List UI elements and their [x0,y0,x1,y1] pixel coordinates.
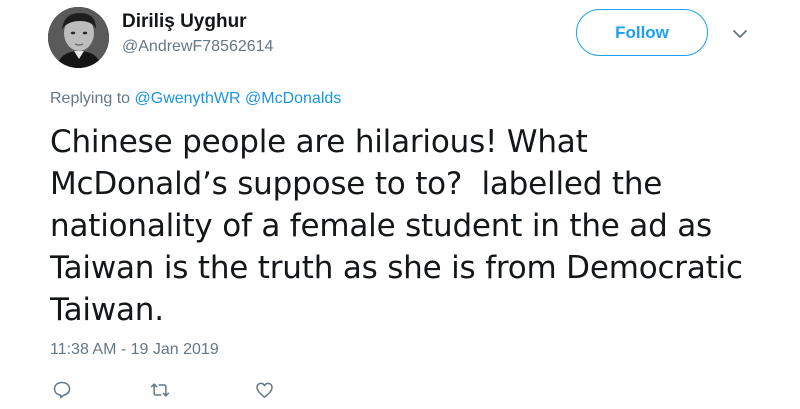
reply-icon[interactable] [50,378,74,402]
tweet-text-line: McDonald’s suppose to to? labelled the [50,166,663,202]
tweet-text-line: Taiwan is the truth as she is from Democ… [50,250,743,286]
chevron-down-icon[interactable] [728,24,752,44]
retweet-icon[interactable] [148,378,172,402]
follow-button[interactable]: Follow [576,9,708,56]
tweet-text-line: Taiwan. [50,292,164,328]
tweet-timestamp[interactable]: 11:38 AM - 19 Jan 2019 [50,341,219,359]
profile-photo [48,7,109,68]
tweet-text-line: nationality of a female student in the a… [50,208,712,244]
mention-link[interactable]: @GwenythWR [135,90,241,107]
heart-icon[interactable] [252,378,276,402]
mention-link[interactable]: @McDonalds [245,90,341,107]
user-handle[interactable]: @AndrewF78562614 [122,38,273,56]
display-name[interactable]: Diriliş Uyghur [122,11,247,33]
reply-context: Replying to @GwenythWR @McDonalds [50,90,341,108]
tweet-text-line: Chinese people are hilarious! What [50,124,588,160]
tweet-text: Chinese people are hilarious! What McDon… [50,121,770,331]
avatar[interactable] [48,7,109,68]
reply-context-prefix: Replying to [50,90,131,107]
